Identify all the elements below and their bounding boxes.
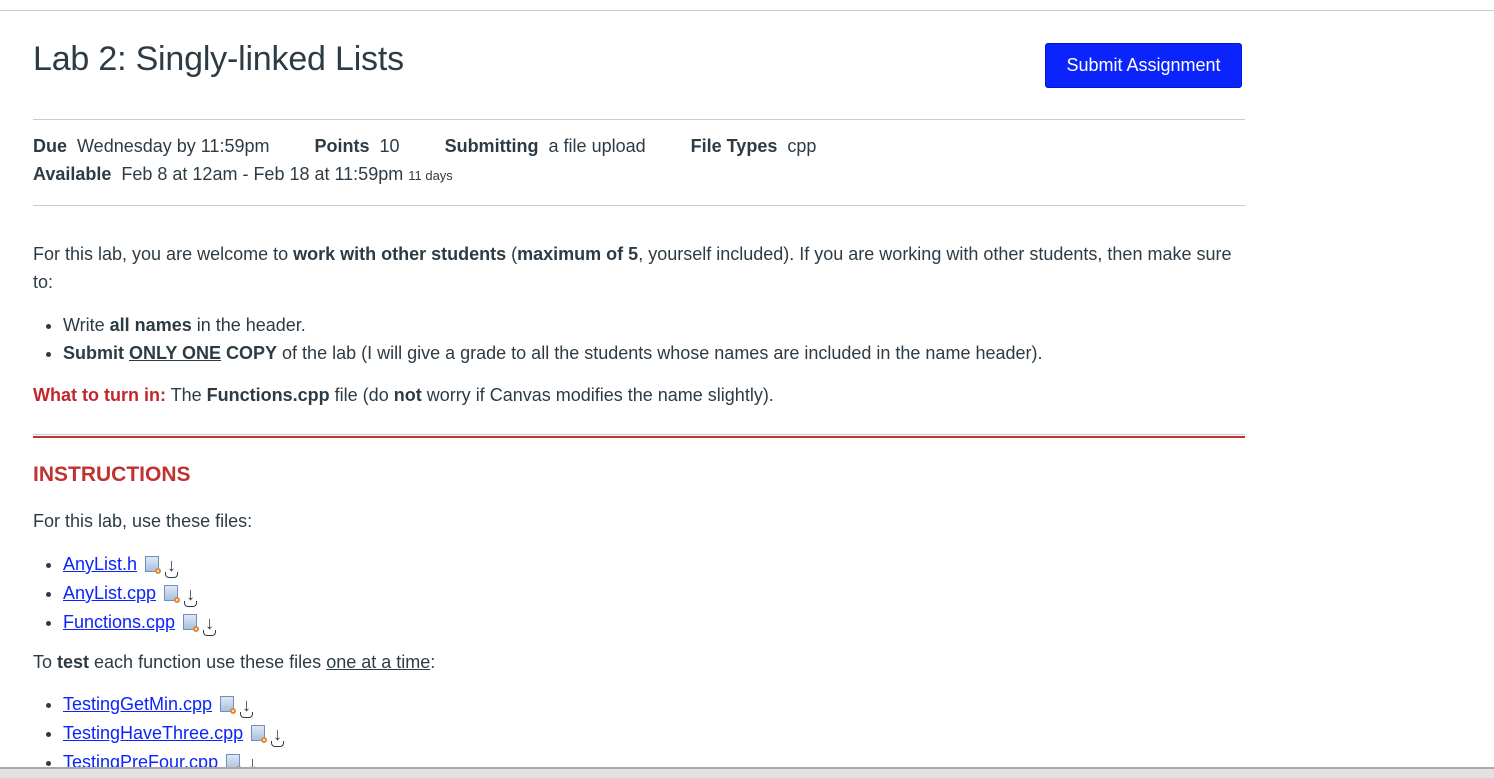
bottom-scroll-bar[interactable] (0, 767, 1494, 778)
download-icon[interactable]: ↓ (271, 720, 285, 748)
file-link-testing-getmin[interactable]: TestingGetMin.cpp (63, 694, 212, 714)
download-icon[interactable]: ↓ (203, 609, 217, 637)
section-divider-red (33, 436, 1245, 438)
use-files-text: For this lab, use these files: (33, 511, 253, 531)
details-bottom-divider (33, 205, 1245, 206)
document-preview-icon[interactable] (251, 725, 268, 743)
rule-underlined: ONLY ONE (129, 343, 222, 363)
list-item: AnyList.cpp ↓ (63, 579, 214, 608)
rule-text: of the lab (I will give a grade to all t… (277, 343, 1043, 363)
list-item: TestingHaveThree.cpp ↓ (63, 719, 285, 748)
list-item: Submit ONLY ONE COPY of the lab (I will … (63, 339, 1043, 367)
rule-text: in the header. (191, 315, 306, 335)
test-files-list: TestingGetMin.cpp ↓ TestingHaveThree.cpp ↓… (33, 690, 285, 777)
download-icon[interactable]: ↓ (184, 580, 198, 608)
intro-bold: maximum of 5 (517, 244, 639, 264)
assignment-details-row-1: Due Wednesday by 11:59pm Points 10 Submitt… (33, 136, 856, 157)
points-value: 10 (379, 136, 400, 156)
rules-list: Write all names in the header. Submit ON… (33, 311, 1043, 367)
submitting-value: a file upload (548, 136, 646, 156)
test-files-text: To test each function use these files on… (33, 648, 1245, 676)
list-item: Functions.cpp ↓ (63, 608, 217, 637)
rule-bold: COPY (221, 343, 278, 363)
test-underlined: one at a time (326, 652, 431, 672)
submitting-label: Submitting (444, 136, 539, 156)
file-link-functions-cpp[interactable]: Functions.cpp (63, 612, 175, 632)
available-label: Available (33, 164, 112, 184)
test-bold: test (57, 652, 90, 672)
document-preview-icon[interactable] (164, 585, 181, 603)
page-title: Lab 2: Singly-linked Lists (33, 40, 404, 78)
due-label: Due (33, 136, 68, 156)
lab-files-list: AnyList.h ↓ AnyList.cpp ↓ Functions.cpp ↓ (33, 550, 217, 637)
test-text: each function use these files (89, 652, 327, 672)
section-divider-gray (33, 434, 1245, 435)
test-text: To (33, 652, 58, 672)
document-preview-icon[interactable] (145, 556, 162, 574)
intro-text: For this lab, you are welcome to (33, 244, 294, 264)
turn-in-text: worry if Canvas modifies the name slight… (421, 385, 774, 405)
file-link-anylist-h[interactable]: AnyList.h (63, 554, 137, 574)
download-icon[interactable]: ↓ (240, 691, 254, 719)
intro-bold: work with other students (293, 244, 507, 264)
submit-assignment-button[interactable]: Submit Assignment (1045, 43, 1242, 88)
top-divider (0, 10, 1494, 11)
details-top-divider (33, 119, 1245, 120)
list-item: Write all names in the header. (63, 311, 1043, 339)
turn-in-text: file (do (329, 385, 394, 405)
turn-in-paragraph: What to turn in: The Functions.cpp file … (33, 381, 1245, 409)
test-text: : (430, 652, 436, 672)
assignment-details-row-2: Available Feb 8 at 12am - Feb 18 at 11:59… (33, 164, 453, 185)
file-link-anylist-cpp[interactable]: AnyList.cpp (63, 583, 156, 603)
turn-in-bold: Functions.cpp (206, 385, 330, 405)
document-preview-icon[interactable] (183, 614, 200, 632)
due-value: Wednesday by 11:59pm (77, 136, 270, 156)
list-item: AnyList.h ↓ (63, 550, 214, 579)
intro-text: ( (506, 244, 518, 264)
turn-in-bold: not (393, 385, 422, 405)
download-icon[interactable]: ↓ (165, 551, 179, 579)
available-duration: 11 days (408, 168, 453, 183)
points-label: Points (314, 136, 370, 156)
rule-text: Write (63, 315, 110, 335)
rule-bold: Submit (63, 343, 129, 363)
turn-in-label: What to turn in: (33, 385, 166, 405)
instructions-heading: INSTRUCTIONS (33, 463, 191, 486)
available-value: Feb 8 at 12am - Feb 18 at 11:59pm (121, 164, 404, 184)
rule-bold: all names (109, 315, 192, 335)
list-item: TestingGetMin.cpp ↓ (63, 690, 282, 719)
file-types-label: File Types (690, 136, 778, 156)
turn-in-text: The (165, 385, 207, 405)
file-link-testing-havethree[interactable]: TestingHaveThree.cpp (63, 723, 243, 743)
file-types-value: cpp (787, 136, 817, 156)
document-preview-icon[interactable] (220, 696, 237, 714)
intro-paragraph: For this lab, you are welcome to work wi… (33, 240, 1245, 296)
